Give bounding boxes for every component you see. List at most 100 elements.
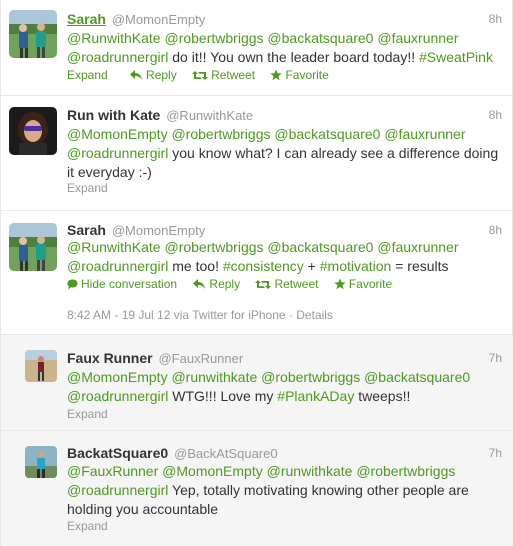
tweet-body: WTG!!! Love my [168, 388, 278, 404]
mention-link[interactable]: @RunwithKate [67, 239, 161, 255]
avatar[interactable] [25, 446, 57, 478]
hashtag-link[interactable]: #SweatPink [419, 49, 493, 65]
mention-link[interactable]: @MomonEmpty [162, 463, 263, 479]
expand-link[interactable]: Expand [67, 519, 108, 534]
hashtag-link[interactable]: #consistency [223, 258, 304, 274]
author-username[interactable]: @FauxRunner [158, 351, 243, 366]
tweet-actions: Expand Reply Retweet Favorite [67, 68, 341, 83]
expand-link[interactable]: Expand [67, 181, 108, 196]
reply-arrow-icon [130, 70, 143, 80]
mention-link[interactable]: @robertwbriggs [261, 369, 360, 385]
tweet-date[interactable]: 8:42 AM - 19 Jul 12 [67, 308, 170, 322]
tweet-body: = results [391, 258, 449, 274]
hashtag-link[interactable]: #motivation [320, 258, 392, 274]
avatar[interactable] [25, 350, 57, 382]
tweet-timestamp[interactable]: 7h [489, 446, 502, 461]
mention-link[interactable]: @backatsquare0 [364, 369, 470, 385]
author-username[interactable]: @MomonEmpty [112, 12, 205, 27]
tweet-timestamp[interactable]: 8h [489, 12, 502, 27]
mention-link[interactable]: @roadrunnergirl [67, 388, 168, 404]
mention-link[interactable]: @MomonEmpty [67, 126, 168, 142]
author-name[interactable]: Sarah [67, 11, 106, 27]
star-icon [334, 278, 346, 290]
mention-link[interactable]: @robertwbriggs [356, 463, 455, 479]
retweet-icon [192, 71, 209, 80]
reply-tweet-item[interactable]: BackatSquare0 @BackAtSquare0 7h @FauxRun… [1, 431, 513, 546]
hashtag-link[interactable]: #PlankADay [277, 388, 354, 404]
author-username[interactable]: @BackAtSquare0 [174, 446, 278, 461]
meta-separator: · [285, 308, 297, 322]
avatar[interactable] [9, 223, 57, 271]
tweet-timestamp[interactable]: 8h [489, 108, 502, 123]
tweet-item[interactable]: Sarah @MomonEmpty 8h @RunwithKate @rober… [1, 0, 513, 96]
reply-label: Reply [209, 277, 241, 291]
tweet-header: BackatSquare0 @BackAtSquare0 [67, 445, 278, 462]
mention-link[interactable]: @robertwbriggs [164, 30, 263, 46]
expand-link[interactable]: Expand [67, 407, 108, 422]
tweet-header: Faux Runner @FauxRunner [67, 350, 243, 367]
tweet-timestamp[interactable]: 8h [489, 223, 502, 238]
mention-link[interactable]: @backatsquare0 [267, 30, 373, 46]
hide-conversation-label: Hide conversation [81, 277, 178, 291]
tweet-text: @RunwithKate @robertwbriggs @backatsquar… [67, 29, 499, 67]
mention-link[interactable]: @runwithkate [267, 463, 353, 479]
author-username[interactable]: @MomonEmpty [112, 223, 205, 238]
details-link[interactable]: Details [296, 308, 333, 322]
favorite-button[interactable]: Favorite [334, 277, 392, 292]
reply-button[interactable]: Reply [129, 68, 177, 83]
tweet-meta: 8:42 AM - 19 Jul 12 via Twitter for iPho… [67, 308, 333, 323]
favorite-button[interactable]: Favorite [270, 68, 329, 83]
mention-link[interactable]: @roadrunnergirl [67, 49, 168, 65]
retweet-icon [255, 280, 272, 289]
author-name[interactable]: Sarah [67, 222, 106, 238]
hide-conversation-link[interactable]: Hide conversation [67, 277, 177, 292]
mention-link[interactable]: @roadrunnergirl [67, 482, 168, 498]
mention-link[interactable]: @fauxrunner [384, 126, 465, 142]
mention-link[interactable]: @FauxRunner [67, 463, 158, 479]
reply-arrow-icon [193, 279, 206, 289]
tweet-actions: Hide conversation Reply Retweet Favorite [67, 277, 404, 292]
mention-link[interactable]: @roadrunnergirl [67, 145, 168, 161]
avatar[interactable] [9, 10, 57, 58]
author-username[interactable]: @RunwithKate [166, 108, 253, 123]
reply-label: Reply [146, 68, 177, 82]
retweet-button[interactable]: Retweet [192, 68, 255, 83]
mention-link[interactable]: @MomonEmpty [67, 369, 168, 385]
retweet-label: Retweet [274, 277, 319, 291]
author-name[interactable]: Run with Kate [67, 107, 160, 123]
mention-link[interactable]: @RunwithKate [67, 30, 161, 46]
tweet-body: holding you accountable [67, 501, 219, 517]
retweet-button[interactable]: Retweet [255, 277, 318, 292]
tweet-text: @MomonEmpty @robertwbriggs @backatsquare… [67, 125, 499, 182]
mention-link[interactable]: @runwithkate [171, 369, 257, 385]
tweet-text: @MomonEmpty @runwithkate @robertwbriggs … [67, 368, 499, 406]
star-icon [270, 69, 283, 81]
reply-button[interactable]: Reply [192, 277, 240, 292]
speech-bubble-icon [67, 279, 78, 290]
tweet-text: @FauxRunner @MomonEmpty @runwithkate @ro… [67, 462, 499, 519]
author-name[interactable]: Faux Runner [67, 350, 153, 366]
reply-tweet-item[interactable]: Faux Runner @FauxRunner 7h @MomonEmpty @… [1, 335, 513, 431]
avatar[interactable] [9, 107, 57, 155]
tweet-header: Sarah @MomonEmpty [67, 222, 205, 239]
mention-link[interactable]: @backatsquare0 [274, 126, 380, 142]
tweet-body: you know what? I can already see a diffe… [168, 145, 499, 161]
tweet-body: it everyday :-) [67, 164, 152, 180]
mention-link[interactable]: @robertwbriggs [171, 126, 270, 142]
tweet-body: me too! [168, 258, 223, 274]
tweet-timestamp[interactable]: 7h [489, 351, 502, 366]
favorite-label: Favorite [285, 68, 329, 82]
mention-link[interactable]: @roadrunnergirl [67, 258, 168, 274]
mention-link[interactable]: @backatsquare0 [267, 239, 373, 255]
tweet-body: do it!! You own the leader board today!! [168, 49, 420, 65]
mention-link[interactable]: @robertwbriggs [164, 239, 263, 255]
tweet-source: via Twitter for iPhone [170, 308, 286, 322]
tweet-text: @RunwithKate @robertwbriggs @backatsquar… [67, 238, 499, 276]
tweet-item-expanded[interactable]: Sarah @MomonEmpty 8h @RunwithKate @rober… [1, 211, 513, 335]
mention-link[interactable]: @fauxrunner [377, 239, 458, 255]
mention-link[interactable]: @fauxrunner [377, 30, 458, 46]
tweet-item[interactable]: Run with Kate @RunwithKate 8h @MomonEmpt… [1, 96, 513, 211]
author-name[interactable]: BackatSquare0 [67, 445, 168, 461]
expand-link[interactable]: Expand [67, 68, 108, 83]
tweet-header: Run with Kate @RunwithKate [67, 107, 253, 124]
